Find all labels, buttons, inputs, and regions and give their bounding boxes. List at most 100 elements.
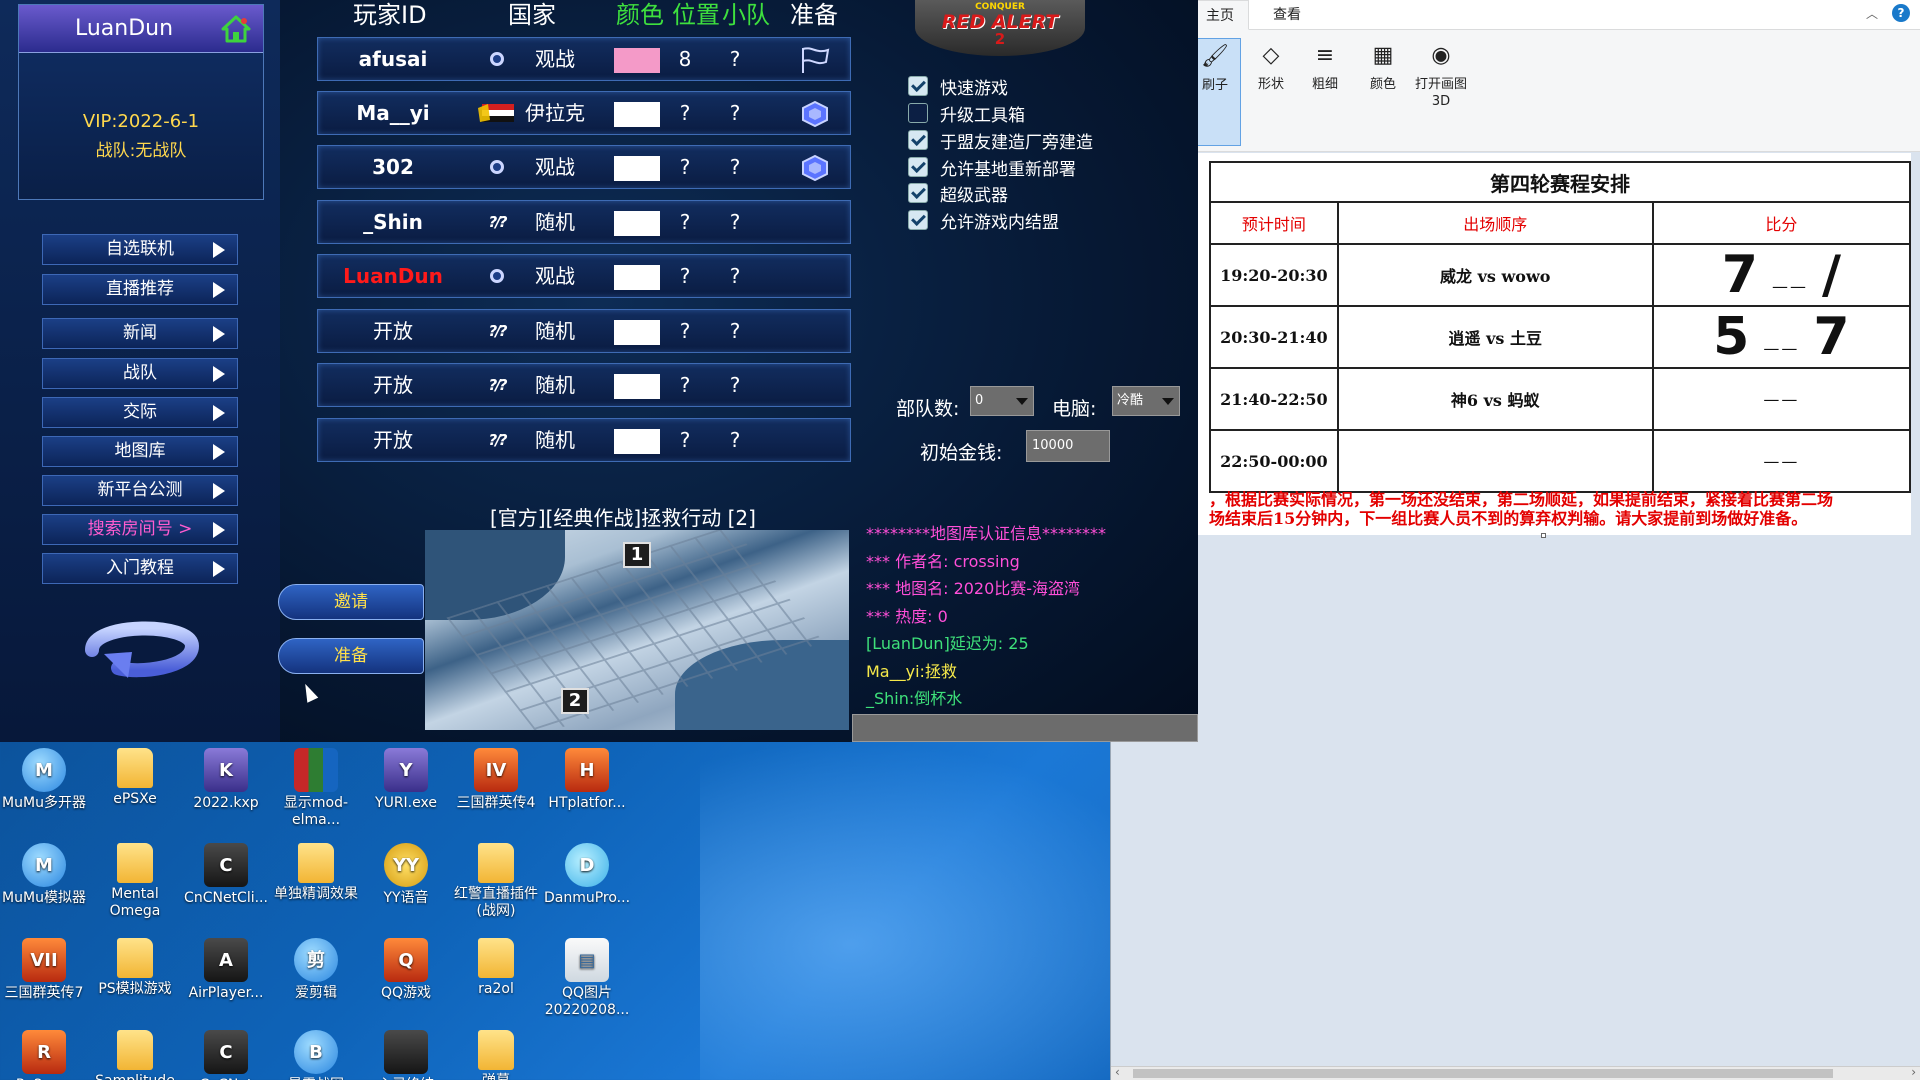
desktop-shortcut[interactable]: D DanmuPro... xyxy=(543,843,631,907)
desktop-shortcut[interactable]: K 2022.kxp xyxy=(182,748,270,812)
country-select[interactable]: 随机 xyxy=(518,201,592,243)
player-id[interactable]: 开放 xyxy=(318,364,468,406)
team-select[interactable]: ? xyxy=(720,310,750,352)
team-select[interactable]: ? xyxy=(720,364,750,406)
menu-item[interactable]: 地图库 xyxy=(42,436,238,467)
player-row[interactable]: 开放 ?/? 随机?? xyxy=(317,363,851,407)
desktop-shortcut[interactable]: H HTplatfor... xyxy=(543,748,631,812)
color-swatch[interactable] xyxy=(614,156,660,181)
team-select[interactable]: ? xyxy=(720,255,750,297)
player-row[interactable]: 开放 ?/? 随机?? xyxy=(317,309,851,353)
menu-item[interactable]: 新平台公测 xyxy=(42,475,238,506)
scrollbar-thumb[interactable] xyxy=(1133,1069,1833,1078)
team-select[interactable]: ? xyxy=(720,419,750,461)
desktop-shortcut[interactable]: Mental Omega xyxy=(91,843,179,920)
option-row[interactable]: 超级武器 xyxy=(908,182,1008,206)
color-swatch[interactable] xyxy=(614,320,660,345)
position-select[interactable]: ? xyxy=(670,146,700,188)
desktop-shortcut[interactable]: 心灵终结 xyxy=(362,1030,450,1080)
menu-item[interactable]: 搜索房间号 > xyxy=(42,514,238,545)
option-row[interactable]: 于盟友建造厂旁建造 xyxy=(908,129,1093,153)
team-select[interactable]: ? xyxy=(720,92,750,134)
ribbon-tool-line-width[interactable]: ≡ 粗细 xyxy=(1299,38,1351,146)
desktop-shortcut[interactable]: RRa2.exe xyxy=(0,1030,88,1080)
position-select[interactable]: ? xyxy=(670,92,700,134)
position-select[interactable]: ? xyxy=(670,364,700,406)
option-checkbox[interactable] xyxy=(908,76,928,96)
ribbon-tool-color-palette[interactable]: ▦ 颜色 xyxy=(1357,38,1409,146)
desktop-shortcut[interactable]: Y YURI.exe xyxy=(362,748,450,812)
position-select[interactable]: ? xyxy=(670,255,700,297)
help-icon[interactable]: ? xyxy=(1892,4,1910,22)
position-select[interactable]: 8 xyxy=(670,38,700,80)
color-swatch[interactable] xyxy=(614,211,660,236)
desktop-shortcut[interactable]: M MuMu多开器 xyxy=(0,748,88,812)
desktop-shortcut[interactable]: VII 三国群英传7 xyxy=(0,938,88,1002)
scroll-left-icon[interactable]: ‹ xyxy=(1115,1065,1120,1079)
ribbon-tool-shapes[interactable]: ◇ 形状 xyxy=(1245,38,1297,146)
position-select[interactable]: ? xyxy=(670,310,700,352)
invite-button[interactable]: 邀请 xyxy=(278,584,424,620)
option-row[interactable]: 允许基地重新部署 xyxy=(908,156,1076,180)
scroll-right-icon[interactable]: › xyxy=(1911,1065,1916,1079)
desktop-shortcut[interactable]: PS模拟游戏 xyxy=(91,938,179,998)
color-swatch[interactable] xyxy=(614,48,660,73)
desktop-shortcut[interactable]: 单独精调效果 xyxy=(272,843,360,903)
option-checkbox[interactable] xyxy=(908,103,928,123)
map-preview[interactable]: 1 2 xyxy=(425,530,849,730)
option-checkbox[interactable] xyxy=(908,130,928,150)
ready-button[interactable]: 准备 xyxy=(278,638,424,674)
desktop-shortcut[interactable]: 显示mod-elma... xyxy=(272,748,360,829)
resize-handle[interactable] xyxy=(1541,533,1546,538)
player-row[interactable]: Ma__yi 伊拉克?? xyxy=(317,91,851,135)
horizontal-scrollbar[interactable]: ‹ › xyxy=(1111,1065,1920,1080)
player-row[interactable]: _Shin ?/? 随机?? xyxy=(317,200,851,244)
menu-item[interactable]: 直播推荐 xyxy=(42,274,238,305)
ai-difficulty-select[interactable]: 冷酷 xyxy=(1112,386,1180,416)
starting-money-input[interactable]: 10000 xyxy=(1026,430,1110,462)
player-row[interactable]: 302 观战?? xyxy=(317,145,851,189)
chat-input[interactable] xyxy=(852,714,1198,742)
position-select[interactable]: ? xyxy=(670,419,700,461)
country-select[interactable]: 观战 xyxy=(518,38,592,80)
desktop-shortcut[interactable]: M MuMu模拟器 xyxy=(0,843,88,907)
color-swatch[interactable] xyxy=(614,374,660,399)
player-id[interactable]: LuanDun xyxy=(318,255,468,297)
player-id[interactable]: 302 xyxy=(318,146,468,188)
player-id[interactable]: afusai xyxy=(318,38,468,80)
menu-item[interactable]: 入门教程 xyxy=(42,553,238,584)
menu-item[interactable]: 战队 xyxy=(42,358,238,389)
option-row[interactable]: 快速游戏 xyxy=(908,75,1008,99)
spawn-marker-1[interactable]: 1 xyxy=(623,542,651,568)
tab-home[interactable]: 主页 xyxy=(1191,0,1249,30)
player-id[interactable]: 开放 xyxy=(318,419,468,461)
player-id[interactable]: _Shin xyxy=(318,201,468,243)
color-swatch[interactable] xyxy=(614,102,660,127)
desktop-shortcut[interactable]: 弹幕 xyxy=(452,1030,540,1080)
ribbon-tool-paint3d[interactable]: ◉ 打开画图 3D xyxy=(1415,38,1467,146)
home-icon[interactable] xyxy=(221,15,251,43)
option-checkbox[interactable] xyxy=(908,157,928,177)
desktop-shortcut[interactable]: ePSXe xyxy=(91,748,179,808)
country-select[interactable]: 观战 xyxy=(518,146,592,188)
player-id[interactable]: 开放 xyxy=(318,310,468,352)
country-select[interactable]: 观战 xyxy=(518,255,592,297)
units-select[interactable]: 0 xyxy=(970,386,1034,416)
desktop-shortcut[interactable]: Q QQ游戏 xyxy=(362,938,450,1002)
desktop-shortcut[interactable]: 红警直播插件(战网) xyxy=(452,843,540,920)
country-select[interactable]: 随机 xyxy=(518,310,592,352)
desktop-shortcut[interactable]: 剪爱剪辑 xyxy=(272,938,360,1002)
option-checkbox[interactable] xyxy=(908,210,928,230)
desktop-shortcut[interactable]: Samplitude xyxy=(91,1030,179,1080)
desktop-shortcut[interactable]: CCnCNet xyxy=(182,1030,270,1080)
player-id[interactable]: Ma__yi xyxy=(318,92,468,134)
team-select[interactable]: ? xyxy=(720,201,750,243)
desktop-shortcut[interactable]: ▤ QQ图片20220208... xyxy=(543,938,631,1019)
refresh-icon[interactable] xyxy=(78,612,206,682)
desktop-shortcut[interactable]: A AirPlayer... xyxy=(182,938,270,1002)
position-select[interactable]: ? xyxy=(670,201,700,243)
menu-item[interactable]: 交际 xyxy=(42,397,238,428)
desktop-shortcut[interactable]: C CnCNetCli... xyxy=(182,843,270,907)
spawn-marker-2[interactable]: 2 xyxy=(561,688,589,714)
tab-view[interactable]: 查看 xyxy=(1259,0,1315,30)
